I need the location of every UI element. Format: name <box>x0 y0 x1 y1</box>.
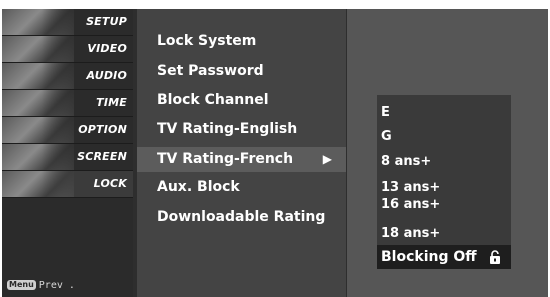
menu-item-tv-rating-french[interactable]: TV Rating-French ▶ <box>137 147 346 172</box>
side-item-label: SCREEN <box>77 150 127 163</box>
rating-option-18-ans[interactable]: 18 ans+ <box>381 226 440 241</box>
rating-option-13-ans[interactable]: 13 ans+ <box>381 180 440 195</box>
side-item-time[interactable]: TIME <box>2 90 133 117</box>
menu-item-block-channel[interactable]: Block Channel <box>157 92 269 108</box>
rating-option-8-ans[interactable]: 8 ans+ <box>381 154 431 169</box>
side-item-label: TIME <box>96 96 127 109</box>
rating-option-16-ans[interactable]: 16 ans+ <box>381 197 440 212</box>
unlock-icon <box>490 250 500 264</box>
side-item-lock[interactable]: LOCK <box>2 171 133 198</box>
side-item-setup[interactable]: SETUP <box>2 9 133 36</box>
rating-option-label: Blocking Off <box>381 249 477 265</box>
menu-item-label: TV Rating-French <box>157 151 294 167</box>
side-item-video[interactable]: VIDEO <box>2 36 133 63</box>
rating-submenu: E G 8 ans+ 13 ans+ 16 ans+ 18 ans+ Block… <box>377 95 511 269</box>
side-item-label: OPTION <box>78 123 127 136</box>
rating-panel: E G 8 ans+ 13 ans+ 16 ans+ 18 ans+ Block… <box>347 9 548 297</box>
side-item-option[interactable]: OPTION <box>2 117 133 144</box>
arrow-right-icon: ▶ <box>322 152 332 166</box>
menu-item-set-password[interactable]: Set Password <box>157 63 264 79</box>
menu-item-tv-rating-english[interactable]: TV Rating-English <box>157 121 297 137</box>
rating-option-blocking-off[interactable]: Blocking Off <box>377 245 511 269</box>
side-item-label: LOCK <box>93 177 127 190</box>
side-item-screen[interactable]: SCREEN <box>2 144 133 171</box>
side-item-label: AUDIO <box>86 69 127 82</box>
side-item-label: SETUP <box>86 15 127 28</box>
side-menu: SETUP VIDEO AUDIO TIME OPTION SCREEN LOC… <box>2 9 133 297</box>
rating-option-e[interactable]: E <box>381 105 390 120</box>
menu-item-downloadable-rating[interactable]: Downloadable Rating <box>157 209 325 225</box>
tv-menu-window: SETUP VIDEO AUDIO TIME OPTION SCREEN LOC… <box>2 9 548 297</box>
menu-item-aux-block[interactable]: Aux. Block <box>157 179 240 195</box>
prev-hint[interactable]: Menu Prev . <box>7 280 75 291</box>
side-item-label: VIDEO <box>87 42 127 55</box>
menu-key-icon: Menu <box>7 280 36 290</box>
menu-item-lock-system[interactable]: Lock System <box>157 33 256 49</box>
lock-menu: Lock System Set Password Block Channel T… <box>137 9 346 297</box>
rating-option-g[interactable]: G <box>381 129 392 144</box>
prev-label: Prev . <box>38 280 75 291</box>
side-item-audio[interactable]: AUDIO <box>2 63 133 90</box>
